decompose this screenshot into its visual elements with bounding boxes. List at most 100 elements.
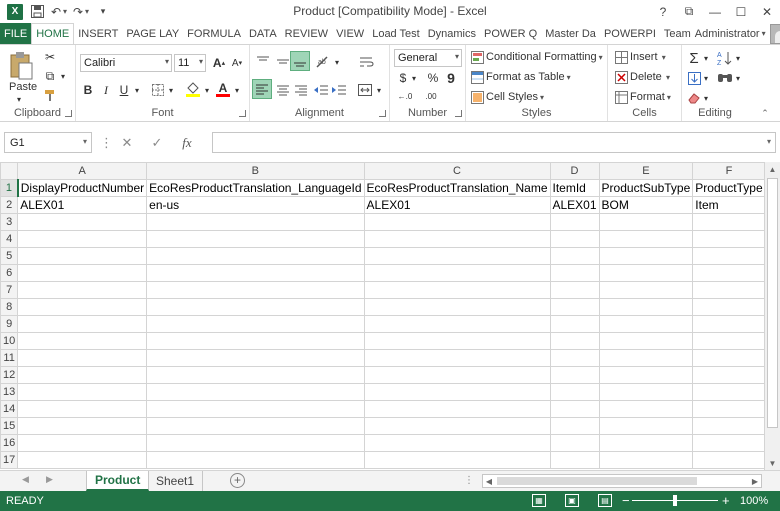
cell-e16[interactable] [598, 434, 694, 452]
cell-e8[interactable] [598, 298, 694, 316]
paste-icon[interactable] [6, 49, 36, 83]
collapse-ribbon-icon[interactable]: ⌃ [758, 107, 772, 119]
cell-c17[interactable] [363, 451, 551, 469]
tab-power-query[interactable]: POWER Q [480, 23, 541, 44]
row-header[interactable]: 15 [0, 417, 19, 435]
cell-e14[interactable] [598, 400, 694, 418]
cell-a3[interactable] [17, 213, 148, 231]
cell-d6[interactable] [549, 264, 600, 282]
confirm-entry-icon[interactable]: ✓ [142, 135, 172, 151]
cell-a11[interactable] [17, 349, 148, 367]
undo-icon[interactable]: ↶ ▾ [48, 2, 70, 22]
cell-c16[interactable] [363, 434, 551, 452]
select-all-corner[interactable] [0, 162, 19, 180]
cell-f10[interactable] [692, 332, 764, 350]
sheet-tab-sheet1[interactable]: Sheet1 [148, 471, 204, 491]
cell-b16[interactable] [146, 434, 365, 452]
cell-f4[interactable] [692, 230, 764, 248]
column-header-b[interactable]: B [146, 162, 365, 180]
cell-a16[interactable] [17, 434, 148, 452]
column-header-f[interactable]: F [692, 162, 764, 180]
cell-f9[interactable] [692, 315, 764, 333]
row-header[interactable]: 7 [0, 281, 19, 299]
cell-c7[interactable] [363, 281, 551, 299]
cell-e6[interactable] [598, 264, 694, 282]
name-box[interactable]: G1 ▾ [4, 132, 92, 153]
cell-d5[interactable] [549, 247, 600, 265]
orientation-icon[interactable]: ab [314, 53, 332, 71]
cell-d10[interactable] [549, 332, 600, 350]
scroll-left-icon[interactable]: ◀ [483, 475, 495, 487]
paste-dropdown-icon[interactable]: ▾ [17, 95, 21, 104]
tab-master-data[interactable]: Master Da [541, 23, 600, 44]
underline-button[interactable]: U [116, 81, 132, 99]
delete-button[interactable]: Delete ▾ [630, 71, 670, 83]
cell-d13[interactable] [549, 383, 600, 401]
page-layout-view-icon[interactable]: ▣ [565, 494, 579, 507]
tab-split-handle-icon[interactable]: ⋮ [464, 475, 474, 486]
cell-b5[interactable] [146, 247, 365, 265]
scroll-right-icon[interactable]: ▶ [749, 475, 761, 487]
orientation-dropdown-icon[interactable]: ▾ [332, 53, 342, 71]
cell-d9[interactable] [549, 315, 600, 333]
autosum-dropdown-icon[interactable]: ▾ [702, 49, 710, 67]
column-header-a[interactable]: A [17, 162, 148, 180]
cell-c12[interactable] [363, 366, 551, 384]
cell-b2[interactable]: en-us [146, 196, 365, 214]
alignment-launcher-icon[interactable] [379, 110, 386, 117]
cell-e10[interactable] [598, 332, 694, 350]
zoom-in-icon[interactable]: + [722, 493, 730, 508]
clipboard-launcher-icon[interactable] [65, 110, 72, 117]
cell-b3[interactable] [146, 213, 365, 231]
copy-dropdown-icon[interactable]: ▾ [58, 68, 68, 84]
cell-b1[interactable]: EcoResProductTranslation_LanguageId [146, 179, 365, 197]
find-dropdown-icon[interactable]: ▾ [734, 70, 742, 86]
cell-c13[interactable] [363, 383, 551, 401]
cell-b6[interactable] [146, 264, 365, 282]
cell-b11[interactable] [146, 349, 365, 367]
font-size-combo[interactable]: 11 ▾ [174, 54, 206, 72]
row-header[interactable]: 8 [0, 298, 19, 316]
cell-e9[interactable] [598, 315, 694, 333]
cell-c15[interactable] [363, 417, 551, 435]
cell-c11[interactable] [363, 349, 551, 367]
cell-c3[interactable] [363, 213, 551, 231]
merge-center-icon[interactable] [356, 81, 374, 99]
cell-a7[interactable] [17, 281, 148, 299]
italic-button[interactable]: I [98, 81, 114, 99]
cell-b17[interactable] [146, 451, 365, 469]
borders-dropdown-icon[interactable]: ▾ [166, 81, 176, 99]
cell-a10[interactable] [17, 332, 148, 350]
row-header[interactable]: 11 [0, 349, 19, 367]
decrease-indent-icon[interactable] [312, 81, 330, 99]
tab-powerpivot[interactable]: POWERPI [600, 23, 660, 44]
minimize-button[interactable]: — [702, 0, 728, 23]
cell-a8[interactable] [17, 298, 148, 316]
row-header[interactable]: 5 [0, 247, 19, 265]
bold-button[interactable]: B [80, 81, 96, 99]
cell-d3[interactable] [549, 213, 600, 231]
clear-dropdown-icon[interactable]: ▾ [702, 90, 710, 106]
row-header[interactable]: 3 [0, 213, 19, 231]
decrease-decimal-button[interactable]: .00 [420, 89, 442, 103]
cell-b14[interactable] [146, 400, 365, 418]
tab-data[interactable]: DATA [245, 23, 281, 44]
cell-a5[interactable] [17, 247, 148, 265]
row-header[interactable]: 17 [0, 451, 19, 469]
cell-f7[interactable] [692, 281, 764, 299]
maximize-button[interactable]: ☐ [728, 0, 754, 23]
cell-e7[interactable] [598, 281, 694, 299]
insert-function-icon[interactable]: fx [172, 135, 202, 151]
cell-f14[interactable] [692, 400, 764, 418]
cell-b12[interactable] [146, 366, 365, 384]
number-format-combo[interactable]: General ▾ [394, 49, 462, 67]
new-sheet-icon[interactable]: + [230, 473, 245, 488]
cell-d4[interactable] [549, 230, 600, 248]
cell-b4[interactable] [146, 230, 365, 248]
user-account[interactable]: Administrator ▾ [695, 23, 780, 44]
row-header[interactable]: 16 [0, 434, 19, 452]
tab-formulas[interactable]: FORMULA [183, 23, 245, 44]
increase-indent-icon[interactable] [330, 81, 348, 99]
cell-f8[interactable] [692, 298, 764, 316]
sheet-tab-product[interactable]: Product [86, 471, 150, 491]
